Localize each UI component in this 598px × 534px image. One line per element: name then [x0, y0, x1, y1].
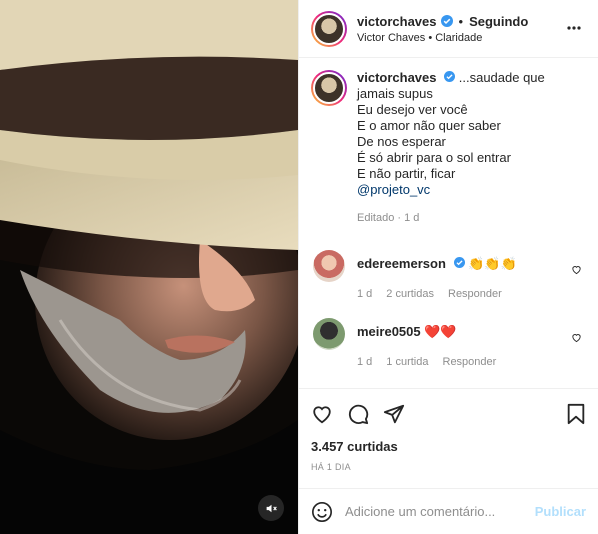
comment-likes[interactable]: 1 curtida — [386, 356, 428, 368]
heart-icon[interactable] — [571, 332, 582, 343]
save-button[interactable] — [566, 403, 586, 425]
likes-count[interactable]: 3.457 curtidas — [311, 439, 586, 454]
post-side-panel: victorchaves • Seguindo Victor Chaves • … — [298, 0, 598, 534]
more-icon[interactable] — [566, 20, 582, 36]
comment-likes[interactable]: 2 curtidas — [386, 288, 434, 300]
comment-item: edereemerson 👏👏👏 1 d 2 curtidas Responde… — [311, 250, 586, 300]
comment-text: ❤️❤️ — [424, 324, 457, 339]
caption-meta: Editado · 1 d — [357, 212, 420, 224]
verified-badge-icon — [444, 71, 456, 82]
comments-section[interactable]: victorchaves ...saudade que jamais supus… — [299, 58, 598, 388]
audio-subtitle[interactable]: Victor Chaves • Claridade — [357, 32, 528, 44]
caption-line: Eu desejo ver você — [357, 102, 468, 117]
commenter-username[interactable]: meire0505 — [357, 324, 421, 339]
share-button[interactable] — [383, 403, 405, 425]
comment-age[interactable]: 1 d — [357, 356, 372, 368]
caption-username[interactable]: victorchaves — [357, 70, 437, 85]
heart-icon — [313, 406, 331, 424]
post-timestamp[interactable]: HÁ 1 DIA — [311, 462, 586, 472]
post-actions: 3.457 curtidas HÁ 1 DIA — [299, 388, 598, 488]
author-avatar[interactable] — [311, 10, 347, 47]
instagram-post-modal: victorchaves • Seguindo Victor Chaves • … — [0, 0, 598, 534]
bookmark-icon — [567, 403, 585, 425]
like-button[interactable] — [311, 403, 333, 425]
comment-input[interactable] — [345, 504, 535, 519]
publish-button[interactable]: Publicar — [535, 504, 586, 519]
caption-avatar[interactable] — [311, 70, 347, 106]
commenter-avatar[interactable] — [313, 318, 345, 350]
comment-text: 👏👏👏 — [468, 256, 517, 271]
verified-badge-icon — [453, 257, 465, 268]
comment-age[interactable]: 1 d — [357, 288, 372, 300]
caption-line: E não partir, ficar — [357, 166, 456, 181]
emoji-icon[interactable] — [311, 501, 333, 523]
separator-dot: • — [458, 13, 464, 29]
follow-status-button[interactable]: Seguindo — [469, 14, 528, 29]
caption-line: E o amor não quer saber — [357, 118, 501, 133]
comment-icon — [348, 404, 369, 425]
share-icon — [383, 404, 405, 424]
muted-speaker-icon — [266, 504, 277, 512]
verified-badge-icon — [440, 15, 453, 27]
post-caption: victorchaves ...saudade que jamais supus… — [311, 70, 586, 226]
reply-button[interactable]: Responder — [448, 288, 502, 300]
post-media[interactable] — [0, 0, 298, 534]
heart-icon[interactable] — [571, 264, 582, 275]
post-header: victorchaves • Seguindo Victor Chaves • … — [299, 0, 598, 58]
reply-button[interactable]: Responder — [443, 356, 497, 368]
portrait-photo — [0, 0, 298, 534]
commenter-avatar[interactable] — [313, 250, 345, 282]
mention-link[interactable]: @projeto_vc — [357, 182, 545, 198]
caption-text: ...saudade que — [458, 70, 545, 85]
comment-composer: Publicar — [299, 488, 598, 534]
caption-line: É só abrir para o sol entrar — [357, 150, 511, 165]
commenter-username[interactable]: edereemerson — [357, 256, 446, 271]
comment-item: meire0505 ❤️❤️ 1 d 1 curtida Responder — [311, 318, 586, 368]
author-username[interactable]: victorchaves — [357, 14, 437, 29]
mute-button[interactable] — [258, 495, 284, 521]
caption-line: jamais supus — [357, 86, 433, 101]
caption-line: De nos esperar — [357, 134, 446, 149]
comment-button[interactable] — [347, 403, 369, 425]
